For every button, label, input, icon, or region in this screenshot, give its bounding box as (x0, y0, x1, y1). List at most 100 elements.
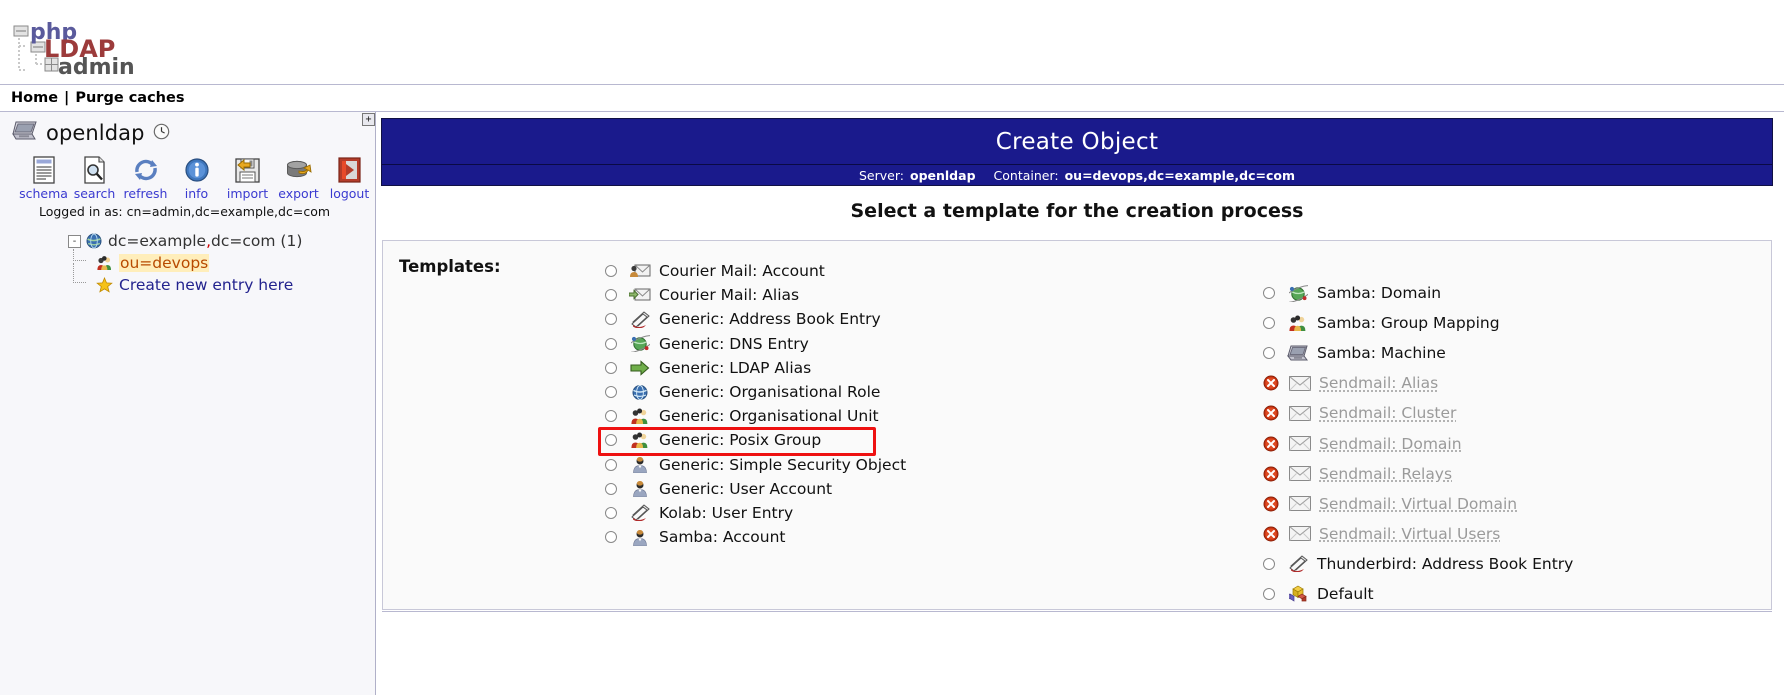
tool-schema[interactable]: schema (18, 154, 69, 201)
tool-info-label: info (184, 186, 209, 201)
search-icon (82, 154, 108, 184)
template-radio[interactable] (1263, 317, 1275, 330)
template-row[interactable]: Generic: Posix Group (605, 428, 906, 452)
template-label[interactable]: Default (1317, 585, 1374, 603)
template-radio[interactable] (605, 361, 617, 374)
template-label[interactable]: Generic: Simple Security Object (659, 456, 906, 474)
template-label[interactable]: Generic: Organisational Unit (659, 407, 879, 425)
template-label[interactable]: Courier Mail: Alias (659, 286, 799, 304)
page-subtitle: Server: openldap Container: ou=devops,dc… (382, 165, 1772, 186)
group-people-icon (96, 255, 113, 271)
collapse-toggle-icon[interactable]: - (68, 234, 81, 248)
tool-logout[interactable]: logout (324, 154, 375, 201)
template-radio[interactable] (1263, 287, 1275, 300)
template-radio[interactable] (605, 265, 617, 278)
tree-row-ou-devops[interactable]: ou=devops (68, 249, 375, 274)
template-radio[interactable] (1263, 557, 1275, 570)
template-label[interactable]: Kolab: User Entry (659, 504, 793, 522)
template-row[interactable]: Generic: DNS Entry (605, 332, 906, 356)
template-row[interactable]: Generic: Simple Security Object (605, 453, 906, 477)
template-radio[interactable] (1263, 347, 1275, 360)
template-label: Sendmail: Virtual Domain (1319, 494, 1518, 513)
template-label[interactable]: Generic: Organisational Role (659, 383, 880, 401)
tree-row-create-new-entry[interactable]: Create new entry here (68, 263, 375, 296)
computer-icon (1287, 344, 1309, 362)
template-label[interactable]: Courier Mail: Account (659, 262, 825, 280)
red-x-icon (1263, 526, 1279, 542)
template-label[interactable]: Generic: Posix Group (659, 431, 821, 449)
template-radio[interactable] (605, 506, 617, 519)
template-radio[interactable] (605, 482, 617, 495)
template-label[interactable]: Generic: DNS Entry (659, 335, 809, 353)
template-row[interactable]: Default (1263, 579, 1573, 609)
nav-home-link[interactable]: Home (0, 90, 58, 106)
page-title-bar: Create Object Server: openldap Container… (381, 118, 1773, 186)
clock-icon[interactable] (153, 123, 170, 144)
template-label[interactable]: Samba: Machine (1317, 344, 1446, 362)
template-radio[interactable] (605, 410, 617, 423)
envelope-icon (1289, 436, 1311, 452)
tree-branch-line-last (73, 263, 86, 283)
tree-branch-line (73, 249, 86, 261)
sidebar: openldap schema search refresh info impo… (0, 112, 376, 695)
template-row[interactable]: Generic: User Account (605, 477, 906, 501)
template-label[interactable]: Generic: LDAP Alias (659, 359, 811, 377)
page-root: php LDAP admin Home | Purge caches openl… (0, 0, 1784, 695)
tool-search-label: search (73, 186, 116, 201)
tree-root-suffix: dc=com (211, 232, 276, 250)
template-label[interactable]: Generic: User Account (659, 480, 832, 498)
address-book-icon (629, 504, 651, 522)
template-row[interactable]: Samba: Machine (1263, 338, 1573, 368)
template-radio[interactable] (1263, 587, 1275, 600)
template-row[interactable]: Kolab: User Entry (605, 501, 906, 525)
person-icon (629, 480, 651, 498)
template-radio[interactable] (605, 531, 617, 544)
template-label[interactable]: Thunderbird: Address Book Entry (1317, 555, 1573, 573)
templates-column-left: Courier Mail: Account Courier Mail: Alias… (605, 259, 906, 549)
template-row[interactable]: Samba: Account (605, 525, 906, 549)
address-book-icon (1287, 555, 1309, 573)
template-row[interactable]: Samba: Group Mapping (1263, 308, 1573, 338)
template-row[interactable]: Courier Mail: Alias (605, 283, 906, 307)
container-label: Container: (993, 168, 1059, 183)
template-radio[interactable] (605, 386, 617, 399)
template-row[interactable]: Generic: LDAP Alias (605, 356, 906, 380)
nav-separator: | (64, 90, 70, 106)
tree-ou-devops-label: ou=devops (119, 254, 210, 272)
expand-panel-toggle[interactable]: + (362, 113, 375, 126)
red-x-icon (1263, 405, 1279, 421)
tool-import-label: import (226, 186, 269, 201)
template-label[interactable]: Samba: Account (659, 528, 786, 546)
template-radio[interactable] (605, 337, 617, 350)
template-radio[interactable] (605, 289, 617, 302)
template-row[interactable]: Thunderbird: Address Book Entry (1263, 549, 1573, 579)
group-people-icon (1287, 315, 1309, 332)
tool-export[interactable]: export (273, 154, 324, 201)
tool-info[interactable]: info (171, 154, 222, 201)
template-label[interactable]: Samba: Domain (1317, 284, 1441, 302)
ldap-tree: - dc=example,dc=com (1) ou=devops Create… (0, 230, 375, 296)
template-label[interactable]: Samba: Group Mapping (1317, 314, 1500, 332)
template-row[interactable]: Generic: Organisational Unit (605, 404, 906, 428)
template-row[interactable]: Generic: Organisational Role (605, 380, 906, 404)
tool-search[interactable]: search (69, 154, 120, 201)
tree-root-label[interactable]: dc=example,dc=com (1) (108, 232, 302, 250)
tool-import[interactable]: import (222, 154, 273, 201)
tree-ou-devops-link[interactable]: ou=devops (119, 254, 210, 272)
create-new-entry-link[interactable]: Create new entry here (119, 276, 293, 294)
tool-refresh[interactable]: refresh (120, 154, 171, 201)
template-radio[interactable] (605, 313, 617, 326)
breadcrumb: Home | Purge caches (0, 85, 1784, 112)
template-label[interactable]: Generic: Address Book Entry (659, 310, 881, 328)
nav-purge-caches-link[interactable]: Purge caches (75, 90, 184, 106)
template-row[interactable]: Generic: Address Book Entry (605, 307, 906, 331)
template-row[interactable]: Courier Mail: Account (605, 259, 906, 283)
template-radio[interactable] (605, 434, 617, 447)
template-radio[interactable] (605, 458, 617, 471)
red-x-icon (1263, 466, 1279, 482)
container-value: ou=devops,dc=example,dc=com (1064, 168, 1295, 183)
tree-row-root[interactable]: - dc=example,dc=com (1) (68, 230, 375, 252)
page-title: Create Object (382, 119, 1772, 165)
phpldapadmin-logo: php LDAP admin (10, 14, 140, 76)
template-row[interactable]: Samba: Domain (1263, 278, 1573, 308)
